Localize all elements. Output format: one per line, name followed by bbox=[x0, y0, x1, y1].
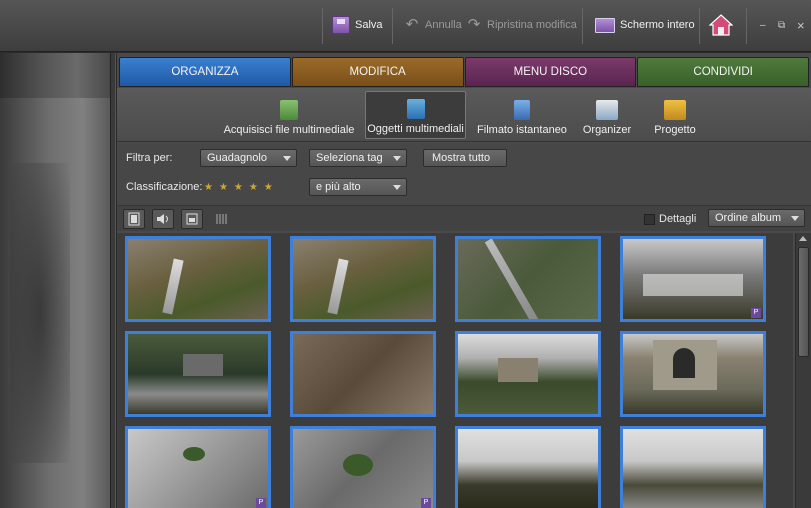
show-all-button[interactable]: Mostra tutto bbox=[423, 149, 507, 167]
workspace-tabs: ORGANIZZA MODIFICA MENU DISCO CONDIVIDI bbox=[119, 57, 809, 87]
toolbar-separator bbox=[582, 8, 583, 44]
film-icon bbox=[514, 100, 530, 120]
home-button[interactable] bbox=[709, 0, 733, 50]
film-strip-icon bbox=[128, 212, 140, 226]
preview-panel bbox=[0, 53, 110, 508]
instant-movie-button[interactable]: Filmato istantaneo bbox=[475, 91, 569, 139]
redo-label: Ripristina modifica bbox=[487, 19, 577, 31]
rating-label: Classificazione: bbox=[126, 181, 203, 193]
chevron-down-icon bbox=[393, 185, 401, 190]
toolbar-separator bbox=[322, 8, 323, 44]
undo-button[interactable]: ↶ Annulla bbox=[404, 0, 462, 50]
thumbnail[interactable] bbox=[455, 236, 601, 322]
thumbnail[interactable] bbox=[125, 331, 271, 417]
close-button[interactable]: × bbox=[797, 18, 805, 33]
project-button[interactable]: Progetto bbox=[647, 91, 703, 139]
thumbnail[interactable] bbox=[125, 236, 271, 322]
view-toolbar: Dettagli Ordine album bbox=[117, 205, 811, 231]
thumbnail[interactable] bbox=[620, 331, 766, 417]
media-icon bbox=[406, 99, 425, 119]
import-media-button[interactable]: Acquisisci file multimediale bbox=[223, 91, 355, 139]
project-badge: P bbox=[256, 498, 266, 508]
chevron-down-icon bbox=[791, 216, 799, 221]
toolbar-separator bbox=[699, 8, 700, 44]
show-videos-toggle[interactable] bbox=[123, 209, 145, 229]
thumbnail[interactable] bbox=[290, 236, 436, 322]
speaker-icon bbox=[157, 214, 168, 224]
save-icon bbox=[332, 16, 350, 34]
thumbnail[interactable] bbox=[290, 331, 436, 417]
tab-organizza[interactable]: ORGANIZZA bbox=[119, 57, 291, 87]
restore-button[interactable]: ⧉ bbox=[778, 20, 785, 31]
details-label: Dettagli bbox=[659, 213, 697, 225]
grid-scrollbar[interactable] bbox=[795, 233, 811, 508]
thumbnail[interactable]: P bbox=[620, 236, 766, 322]
thumbnail[interactable] bbox=[620, 426, 766, 508]
sort-select[interactable]: Ordine album bbox=[708, 209, 805, 227]
redo-icon: ↷ bbox=[467, 16, 481, 33]
top-toolbar: Salva ↶ Annulla ↷ Ripristina modifica Sc… bbox=[0, 0, 811, 52]
toolbar-separator bbox=[746, 8, 747, 44]
undo-icon: ↶ bbox=[405, 16, 419, 33]
thumbnail[interactable]: P bbox=[125, 426, 271, 508]
project-badge: P bbox=[421, 498, 431, 508]
app-window: Salva ↶ Annulla ↷ Ripristina modifica Sc… bbox=[0, 0, 811, 508]
chevron-down-icon bbox=[283, 156, 291, 161]
media-grid: P P P bbox=[117, 233, 793, 508]
panel-divider-handle[interactable] bbox=[110, 53, 116, 508]
tab-modifica[interactable]: MODIFICA bbox=[291, 57, 464, 87]
media-objects-button[interactable]: Oggetti multimediali bbox=[365, 91, 466, 139]
tab-condividi[interactable]: CONDIVIDI bbox=[637, 57, 809, 87]
scroll-up-icon[interactable] bbox=[799, 236, 807, 241]
minimize-button[interactable]: – bbox=[760, 20, 766, 31]
monitor-icon bbox=[595, 17, 615, 33]
thumbnail[interactable]: P bbox=[290, 426, 436, 508]
tab-menu-disco[interactable]: MENU DISCO bbox=[464, 57, 637, 87]
organizer-panel: ORGANIZZA MODIFICA MENU DISCO CONDIVIDI … bbox=[117, 53, 811, 508]
thumbnail[interactable] bbox=[455, 331, 601, 417]
filter-panel: Filtra per: Guadagnolo Seleziona tag Mos… bbox=[117, 143, 811, 209]
rating-stars[interactable]: ★★★★★ bbox=[204, 182, 279, 193]
chevron-down-icon bbox=[393, 156, 401, 161]
organize-subtoolbar: Acquisisci file multimediale Oggetti mul… bbox=[117, 88, 811, 142]
details-checkbox[interactable] bbox=[644, 214, 655, 225]
redo-button[interactable]: ↷ Ripristina modifica bbox=[466, 0, 577, 50]
tag-select[interactable]: Seleziona tag bbox=[309, 149, 407, 167]
scroll-thumb[interactable] bbox=[798, 247, 809, 357]
project-file-icon bbox=[186, 213, 198, 225]
thumbnail[interactable] bbox=[455, 426, 601, 508]
organizer-button[interactable]: Organizer bbox=[577, 91, 637, 139]
organizer-icon bbox=[596, 100, 618, 120]
filter-label: Filtra per: bbox=[126, 152, 173, 164]
filter-select[interactable]: Guadagnolo bbox=[200, 149, 297, 167]
import-icon bbox=[280, 100, 298, 120]
toolbar-separator bbox=[392, 8, 393, 44]
home-icon bbox=[709, 14, 733, 36]
project-badge: P bbox=[751, 308, 761, 318]
fullscreen-button[interactable]: Schermo intero bbox=[595, 0, 695, 50]
fullscreen-label: Schermo intero bbox=[620, 19, 695, 31]
pdf-filter-icon[interactable] bbox=[216, 214, 228, 224]
save-button[interactable]: Salva bbox=[332, 0, 383, 50]
show-projects-toggle[interactable] bbox=[181, 209, 203, 229]
undo-label: Annulla bbox=[425, 19, 462, 31]
rating-select[interactable]: e più alto bbox=[309, 178, 407, 196]
save-label: Salva bbox=[355, 19, 383, 31]
project-icon bbox=[664, 100, 686, 120]
show-audio-toggle[interactable] bbox=[152, 209, 174, 229]
